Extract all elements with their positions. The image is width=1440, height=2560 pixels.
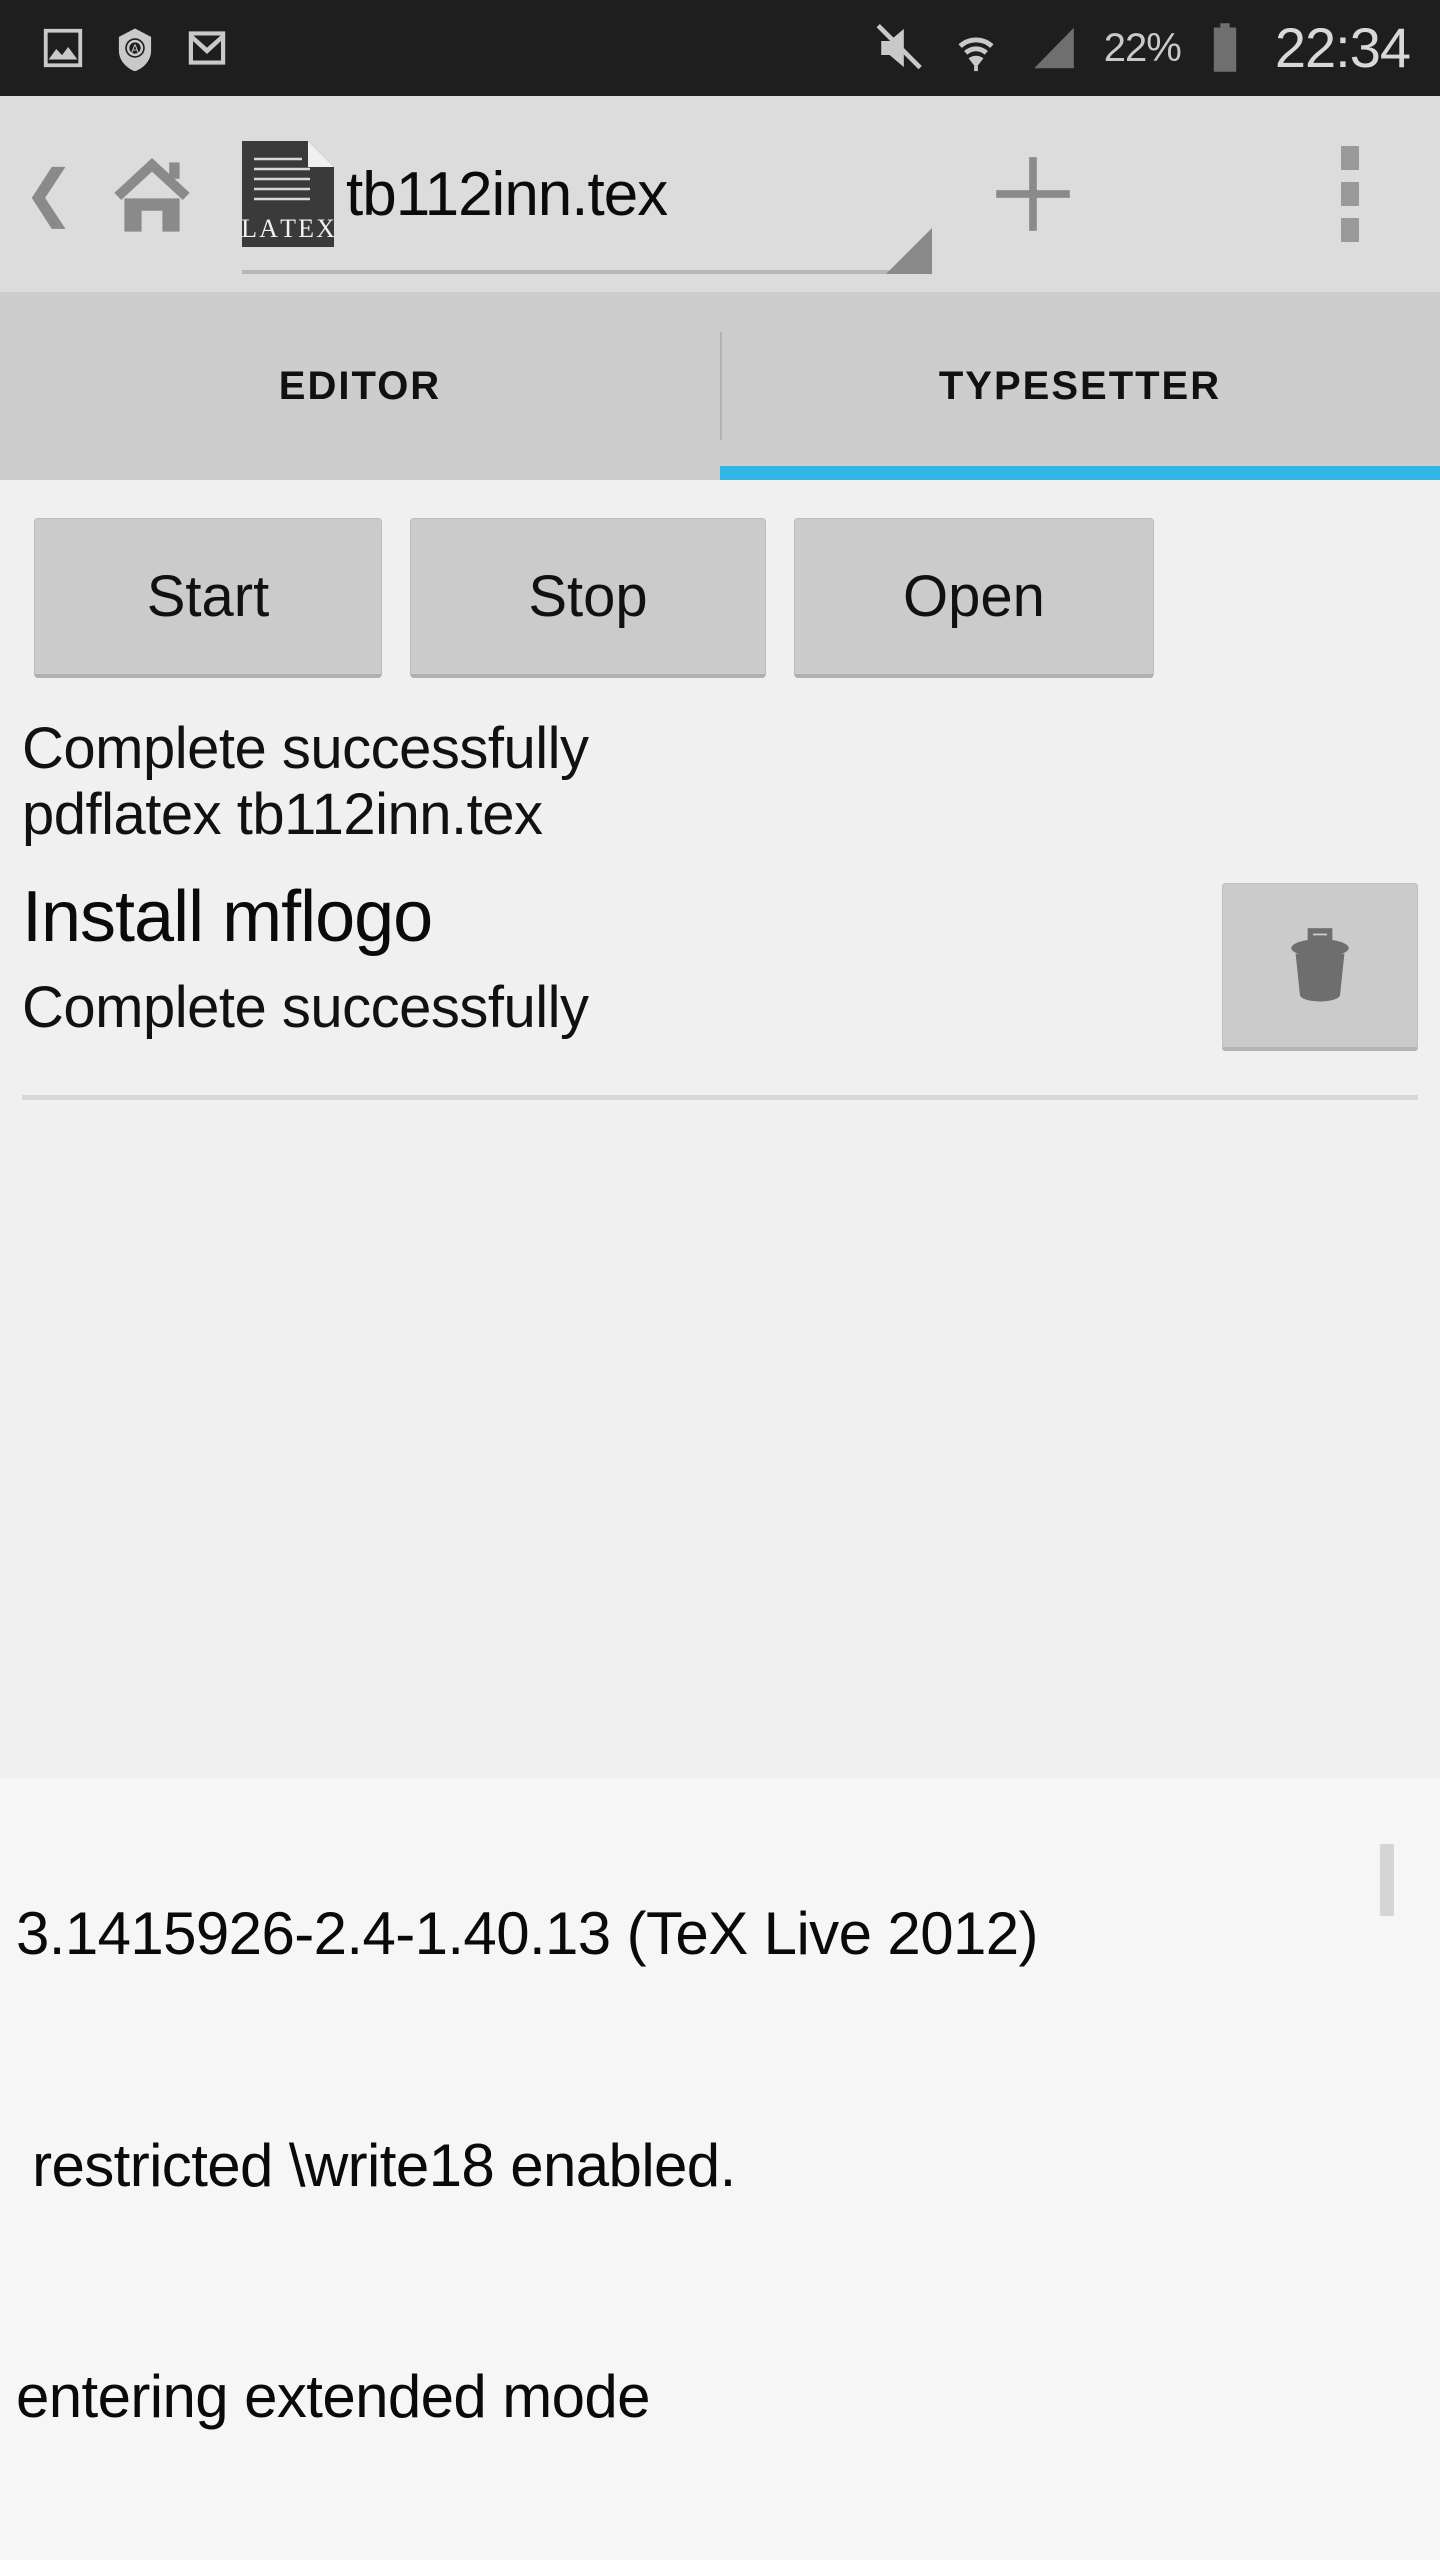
log-scrollbar[interactable]	[1380, 1844, 1394, 1916]
delete-task-button[interactable]	[1222, 883, 1418, 1052]
status-bar-system-icons: 22% 22:34	[870, 20, 1440, 76]
battery-icon	[1213, 23, 1237, 72]
job-status-line-2: pdflatex tb112inn.tex	[22, 781, 543, 847]
section-divider	[22, 1095, 1418, 1101]
tab-editor-label: EDITOR	[278, 363, 442, 408]
clock-label: 22:34	[1274, 16, 1411, 79]
gmail-icon	[188, 31, 226, 65]
tab-separator	[720, 332, 722, 440]
tab-typesetter-label: TYPESETTER	[938, 363, 1222, 408]
log-line: 3.1415926-2.4-1.40.13 (TeX Live 2012)	[16, 1899, 1038, 1967]
log-line: entering extended mode	[16, 2363, 651, 2431]
phone-screen: A 22% 22:34 ❮ L A T E X tb112inn.tex EDI…	[0, 0, 1440, 2560]
svg-text:A: A	[131, 44, 139, 56]
cellular-signal-icon	[1033, 27, 1074, 69]
latex-document-icon: L A T E X	[241, 141, 335, 247]
overflow-menu-icon	[1341, 218, 1359, 242]
mute-icon	[876, 23, 922, 70]
typesetter-toolbar: Start Stop Open	[0, 480, 1440, 678]
log-text: 3.1415926-2.4-1.40.13 (TeX Live 2012) re…	[0, 1778, 1440, 2560]
action-bar: ❮ L A T E X tb112inn.tex	[0, 96, 1440, 292]
log-output-pane[interactable]: 3.1415926-2.4-1.40.13 (TeX Live 2012) re…	[0, 1778, 1440, 2560]
home-icon	[114, 158, 190, 232]
tab-bar: EDITOR TYPESETTER	[0, 292, 1440, 480]
document-spinner[interactable]: L A T E X tb112inn.tex	[241, 124, 932, 274]
svg-text:L A T E X: L A T E X	[242, 214, 334, 243]
stop-button[interactable]: Stop	[410, 518, 766, 678]
overflow-menu-icon	[1341, 182, 1359, 206]
battery-percent-label: 22%	[1103, 25, 1182, 70]
app-update-icon: A	[118, 28, 152, 71]
trash-icon	[1291, 927, 1349, 1002]
add-document-button[interactable]	[958, 148, 1108, 240]
plus-icon	[996, 157, 1070, 231]
status-bar-notification-icons: A	[0, 25, 230, 71]
spinner-underline	[242, 270, 932, 274]
task-row: Install mflogo Complete successfully	[0, 877, 1440, 1052]
dropdown-triangle-icon	[886, 228, 932, 274]
task-status: Complete successfully	[22, 974, 589, 1040]
task-info: Install mflogo Complete successfully	[22, 877, 589, 1041]
tab-typesetter[interactable]: TYPESETTER	[720, 292, 1440, 480]
back-chevron-icon[interactable]: ❮	[22, 163, 76, 225]
tab-editor[interactable]: EDITOR	[0, 292, 720, 480]
start-button[interactable]: Start	[34, 518, 382, 678]
overflow-menu-icon	[1341, 146, 1359, 170]
open-button[interactable]: Open	[794, 518, 1154, 678]
job-status-block: Complete successfully pdflatex tb112inn.…	[0, 678, 1440, 847]
wifi-icon	[958, 37, 994, 72]
log-line: restricted \write18 enabled.	[16, 2131, 736, 2199]
image-gallery-icon	[43, 28, 83, 68]
active-tab-indicator	[720, 466, 1440, 480]
job-status-line-1: Complete successfully	[22, 716, 589, 781]
overflow-menu-button[interactable]	[1290, 146, 1410, 242]
task-title: Install mflogo	[22, 877, 433, 958]
document-title: tb112inn.tex	[346, 159, 668, 229]
status-bar: A 22% 22:34	[0, 0, 1440, 96]
home-button[interactable]	[100, 146, 204, 242]
